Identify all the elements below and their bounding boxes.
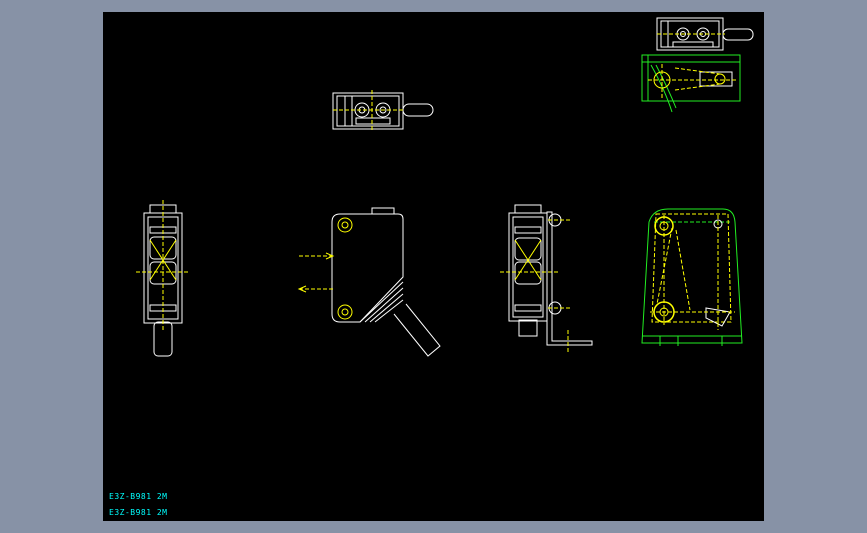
bracket-side-view (641, 208, 743, 346)
caption-1: E3Z-B981 2M (109, 492, 168, 501)
front-view-with-bracket (500, 204, 593, 352)
corner-bracket-side-view (641, 54, 741, 113)
caption-2: E3Z-B981 2M (109, 508, 168, 517)
top-view (332, 90, 434, 132)
cad-drawing (136, 17, 754, 357)
front-view (136, 200, 190, 357)
corner-top-view (656, 17, 754, 51)
side-view (297, 207, 441, 357)
